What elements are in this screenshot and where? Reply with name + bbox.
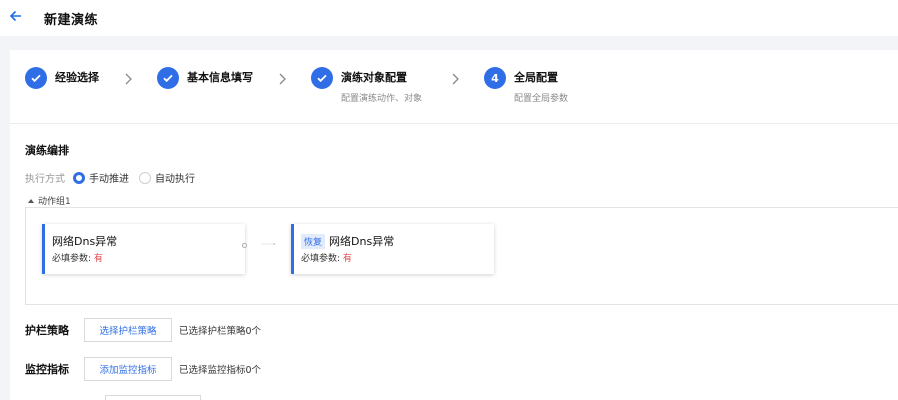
caret-up-icon [28,198,34,203]
step-1: 经验选择 [25,67,99,89]
step-description: 配置全局参数 [514,94,569,104]
add-monitor-button[interactable]: 添加监控指标 [84,357,172,381]
radio-auto[interactable]: 自动执行 [139,170,195,185]
main-card: 经验选择 基本信息填写 演练对象配置 配置演练动作、对象 4 全局配置 配置全局… [10,50,898,400]
node-param-value: 有 [342,254,352,264]
radio-checked-icon[interactable] [73,171,85,184]
page-header: 新建演练 [0,0,898,36]
flow-node-recover[interactable]: 恢复 网络Dns异常 必填参数: 有 [291,224,494,274]
node-param: 必填参数: 有 [301,254,352,264]
step-2: 基本信息填写 [157,67,253,89]
monitor-row: 监控指标 添加监控指标 已选择监控指标0个 [25,357,261,381]
step-description: 配置演练动作、对象 [341,94,423,104]
node-param: 必填参数: 有 [52,254,103,264]
action-group-toggle[interactable]: 动作组1 [28,194,71,207]
recover-tag: 恢复 [301,233,326,249]
step-done-icon [25,67,47,89]
monitor-label: 监控指标 [25,363,69,376]
exec-mode-label: 执行方式 [25,174,65,185]
step-title: 基本信息填写 [187,71,253,84]
step-title: 演练对象配置 [341,71,407,84]
node-title: 网络Dns异常 [52,235,118,248]
guardrail-row: 护栏策略 选择护栏策略 已选择护栏策略0个 [25,318,261,342]
step-3: 演练对象配置 配置演练动作、对象 [311,67,422,104]
step-done-icon [157,67,179,89]
radio-unchecked-icon[interactable] [139,171,151,184]
step-title: 全局配置 [514,71,558,84]
connector-arrow [261,243,276,245]
back-arrow-icon[interactable] [8,8,24,24]
chevron-right-icon [450,71,460,85]
node-title: 网络Dns异常 [329,235,395,248]
radio-label: 自动执行 [155,174,195,185]
chevron-right-icon [123,71,133,85]
node-param-value: 有 [93,254,103,264]
section-title: 演练编排 [25,144,69,157]
stepper: 经验选择 基本信息填写 演练对象配置 配置演练动作、对象 4 全局配置 配置全局… [10,50,898,124]
guardrail-count: 已选择护栏策略0个 [179,326,262,337]
step-4: 4 全局配置 配置全局参数 [484,67,568,104]
guardrail-label: 护栏策略 [25,324,69,337]
chevron-right-icon [277,71,287,85]
page-title: 新建演练 [44,13,99,28]
select-guardrail-button[interactable]: 选择护栏策略 [84,318,172,342]
radio-manual[interactable]: 手动推进 [73,170,129,185]
step-number: 4 [484,67,506,89]
monitor-count: 已选择监控指标0个 [179,365,262,376]
flow-node[interactable]: 网络Dns异常 必填参数: 有 [42,224,245,274]
exec-mode-row: 执行方式 手动推进 自动执行 [25,170,205,185]
cut-off-control[interactable] [105,395,201,400]
action-group-label: 动作组1 [38,197,71,207]
step-title: 经验选择 [55,71,99,84]
step-done-icon [311,67,333,89]
flow-canvas: 网络Dns异常 必填参数: 有 恢复 网络Dns异常 必填参数: 有 [25,207,898,305]
radio-label: 手动推进 [89,174,129,185]
